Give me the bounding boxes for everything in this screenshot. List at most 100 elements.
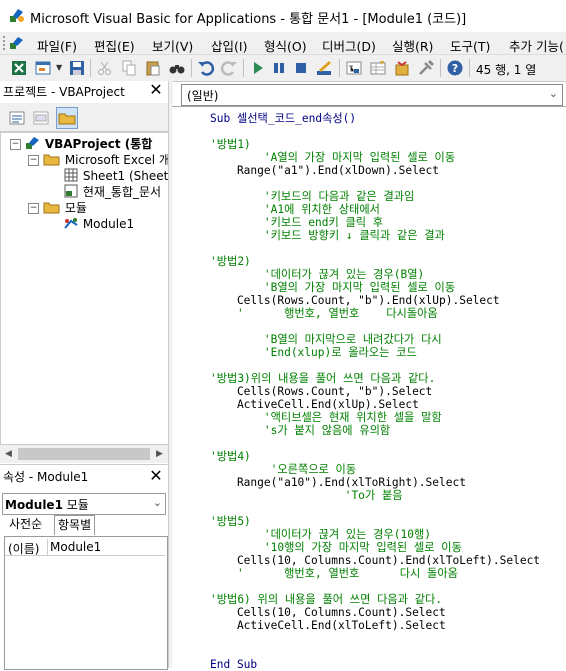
code-line[interactable]: Cells(Rows.Count, "b").Select: [210, 385, 432, 398]
undo-icon[interactable]: [197, 59, 215, 77]
cut-icon[interactable]: [96, 59, 114, 77]
chevron-down-icon[interactable]: ⌄: [153, 496, 162, 509]
code-line[interactable]: Range("a10").End(xlToRight).Select: [210, 476, 466, 489]
menu-file[interactable]: 파일(F): [37, 36, 77, 55]
toggle-folders-icon[interactable]: [56, 107, 78, 129]
code-line[interactable]: '액티브셀은 현재 위치한 셀을 말함: [210, 411, 442, 424]
copy-icon[interactable]: [120, 59, 138, 77]
code-line[interactable]: 'A1에 위치한 상태에서: [210, 203, 380, 216]
scroll-thumb[interactable]: [18, 448, 150, 460]
code-line[interactable]: 'B열의 마지막으로 내려갔다가 다시: [210, 333, 442, 346]
code-line[interactable]: ActiveCell.End(xlToLeft).Select: [210, 619, 446, 632]
code-line[interactable]: 'To가 붙음: [210, 489, 403, 502]
code-line[interactable]: '방법3)위의 내용을 풀어 쓰면 다음과 같다.: [210, 372, 435, 385]
menu-debug[interactable]: 디버그(D): [322, 36, 376, 55]
tree-item-module1[interactable]: Module1: [63, 216, 134, 232]
project-explorer-icon[interactable]: [345, 59, 363, 77]
object-selector[interactable]: Module1 모듈 ⌄: [2, 493, 166, 515]
toolbox-icon[interactable]: [417, 59, 435, 77]
code-line[interactable]: '방법5): [210, 515, 251, 528]
menu-edit[interactable]: 편집(E): [94, 36, 135, 55]
code-line[interactable]: '키보드의 다음과 같은 결과임: [210, 190, 414, 203]
scroll-right-icon[interactable]: ▶: [156, 449, 163, 459]
toolbar-grip-icon[interactable]: [3, 36, 8, 50]
collapse-modules-icon[interactable]: −: [28, 203, 39, 214]
tree-module1-label: Module1: [82, 217, 135, 231]
properties-close-icon[interactable]: ✕: [148, 468, 164, 484]
code-line[interactable]: '방법4): [210, 450, 251, 463]
menu-format[interactable]: 형식(O): [264, 36, 307, 55]
menu-addins[interactable]: 추가 기능(: [509, 36, 564, 55]
project-close-icon[interactable]: ✕: [148, 82, 164, 98]
properties-window-icon[interactable]: [369, 59, 387, 77]
code-line[interactable]: '방법2): [210, 255, 251, 268]
tree-item-excel-objects[interactable]: Microsoft Excel 개: [43, 152, 170, 168]
find-icon[interactable]: [168, 59, 186, 77]
break-icon[interactable]: [270, 59, 288, 77]
redo-icon[interactable]: [220, 59, 238, 77]
svg-text:?: ?: [452, 62, 458, 75]
tree-item-modules-folder[interactable]: 모듈: [43, 200, 87, 216]
tree-workbook-label: 현재_통합_문서: [82, 185, 162, 199]
save-icon[interactable]: [68, 59, 86, 77]
project-hscrollbar[interactable]: ◀ ▶: [0, 444, 168, 463]
tree-folder-excel-label: Microsoft Excel 개: [64, 153, 170, 167]
insert-userform-icon[interactable]: [34, 59, 52, 77]
view-excel-icon[interactable]: [10, 59, 28, 77]
property-value[interactable]: Module1: [50, 540, 101, 554]
code-line[interactable]: Sub 셀선택_코드_end속성(): [210, 112, 356, 125]
code-line[interactable]: ' 행번호, 열번호 다시 돌아옴: [210, 567, 458, 580]
code-line[interactable]: '키보드 end키 클릭 후: [210, 216, 383, 229]
code-line[interactable]: '방법1): [210, 138, 251, 151]
tree-item-workbook[interactable]: 현재_통합_문서: [63, 184, 161, 200]
properties-panel-title: 속성 - Module1 ✕: [0, 464, 168, 485]
code-line[interactable]: End Sub: [210, 658, 257, 671]
code-line[interactable]: Cells(10, Columns.Count).Select: [210, 606, 446, 619]
menu-tools[interactable]: 도구(T): [450, 36, 490, 55]
collapse-root-icon[interactable]: −: [10, 139, 21, 150]
reset-icon[interactable]: [292, 59, 310, 77]
code-line[interactable]: ' 행번호, 열번호 다시돌아옴: [210, 307, 438, 320]
design-mode-icon[interactable]: [315, 59, 333, 77]
code-line[interactable]: 's가 붙지 않음에 유의함: [210, 424, 390, 437]
excel-view-icon[interactable]: [9, 35, 25, 51]
scroll-left-icon[interactable]: ◀: [5, 449, 12, 459]
code-editor[interactable]: Sub 셀선택_코드_end속성() '방법1) 'A열의 가장 마지막 입력된 …: [172, 106, 566, 671]
help-icon[interactable]: ?: [446, 59, 464, 77]
code-line[interactable]: '오른쪽으로 이동: [210, 463, 357, 476]
cursor-position: 45 행, 1 열: [476, 63, 537, 77]
tree-item-vbaproject[interactable]: VBAProject (통합: [25, 136, 152, 152]
dropdown-arrow-icon[interactable]: ▼: [56, 63, 62, 72]
tree-item-sheet1[interactable]: Sheet1 (Sheet: [63, 168, 168, 184]
menu-insert[interactable]: 삽입(I): [211, 36, 247, 55]
code-line[interactable]: Range("a1").End(xlDown).Select: [210, 164, 439, 177]
run-icon[interactable]: [249, 59, 267, 77]
collapse-excel-objects-icon[interactable]: −: [28, 155, 39, 166]
chevron-down-icon[interactable]: ⌄: [549, 87, 558, 100]
code-line[interactable]: 'End(xlup)로 올라오는 코드: [210, 346, 417, 359]
view-object-icon[interactable]: [30, 107, 52, 129]
module-icon: [64, 218, 78, 229]
code-line[interactable]: Cells(10, Columns.Count).End(xlToLeft).S…: [210, 554, 540, 567]
object-browser-icon[interactable]: [393, 59, 411, 77]
view-code-icon[interactable]: [6, 107, 28, 129]
procedure-combo[interactable]: (일반) ⌄: [181, 84, 563, 106]
project-tree: − VBAProject (통합 − Microsoft Excel 개 She…: [0, 132, 170, 446]
tab-alphabetic[interactable]: 사전순: [6, 515, 45, 534]
code-line[interactable]: 'A열의 가장 마지막 입력된 셀로 이동: [210, 151, 455, 164]
code-line[interactable]: ActiveCell.End(xlUp).Select: [210, 398, 419, 411]
property-row-name[interactable]: (이름) Module1: [5, 539, 165, 556]
object-name: Module1: [5, 498, 63, 512]
code-line[interactable]: '데이터가 끊겨 있는 경우(B열): [210, 268, 424, 281]
code-line[interactable]: '10행의 가장 마지막 입력된 셀로 이동: [210, 541, 462, 554]
code-line[interactable]: '방법6) 위의 내용을 풀어 쓰면 다음과 같다.: [210, 593, 442, 606]
tab-categorized[interactable]: 항목별: [54, 515, 96, 535]
menu-view[interactable]: 보기(V): [152, 36, 193, 55]
code-line[interactable]: '키보드 방향키 ↓ 클릭과 같은 결과: [210, 229, 445, 242]
code-line[interactable]: '데이터가 끊겨 있는 경우(10행): [210, 528, 431, 541]
code-line[interactable]: Cells(Rows.Count, "b").End(xlUp).Select: [210, 294, 500, 307]
code-line[interactable]: 'B열의 가장 마지막 입력된 셀로 이동: [210, 281, 455, 294]
paste-icon[interactable]: [144, 59, 162, 77]
procedure-combo-value: (일반): [187, 89, 219, 103]
menu-run[interactable]: 실행(R): [392, 36, 433, 55]
